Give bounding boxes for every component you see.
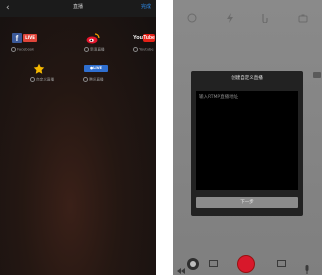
radio-icon[interactable] <box>84 47 89 52</box>
mic-icon[interactable] <box>303 259 311 274</box>
gallery-icon[interactable] <box>209 260 218 267</box>
live-platform-screen: ‹ 直播 完成 f LIVE Facebook 新浪直播 You Tube Yo… <box>0 0 156 275</box>
weibo-icon <box>85 33 115 45</box>
next-button[interactable]: 下一步 <box>196 197 298 208</box>
close-icon[interactable] <box>187 8 197 23</box>
platform-label: 腾讯直播 <box>83 77 104 83</box>
dialog-title: 创建自定义直播 <box>231 76 263 81</box>
bottom-toolbar <box>173 254 322 275</box>
input-placeholder: 输入RTMP直播地址 <box>199 95 239 100</box>
done-button[interactable]: 完成 <box>141 4 151 11</box>
radio-icon[interactable] <box>11 47 16 52</box>
mode-icon[interactable] <box>187 258 199 270</box>
camera-preview-screen: 创建自定义直播 输入RTMP直播地址 下一步 <box>173 0 322 275</box>
platform-label: Youtube <box>133 47 154 53</box>
qq-live-icon: ●LIVE <box>84 63 114 75</box>
platform-item-youtube[interactable]: You Tube Youtube <box>131 33 156 55</box>
record-button[interactable] <box>237 255 255 273</box>
star-icon <box>31 63 61 75</box>
navigation-bar: ‹ 直播 完成 <box>0 0 156 17</box>
platform-item-weibo[interactable]: 新浪直播 <box>81 33 117 55</box>
side-tab[interactable] <box>313 72 321 78</box>
platform-item-custom[interactable]: 自定义直播 <box>27 63 63 85</box>
flash-icon[interactable] <box>225 8 235 23</box>
youtube-icon: You Tube <box>133 34 155 42</box>
radio-icon[interactable] <box>30 77 35 82</box>
beauty-icon[interactable] <box>260 8 270 24</box>
rewind-icon[interactable] <box>177 260 185 274</box>
camera-icon[interactable] <box>277 260 286 267</box>
radio-icon[interactable] <box>83 77 88 82</box>
platform-label: 新浪直播 <box>84 47 105 53</box>
custom-live-dialog: 创建自定义直播 输入RTMP直播地址 下一步 <box>191 71 303 216</box>
platform-item-tencent[interactable]: ●LIVE 腾讯直播 <box>80 63 116 85</box>
rtmp-url-input[interactable]: 输入RTMP直播地址 <box>196 91 298 190</box>
radio-icon[interactable] <box>133 47 138 52</box>
facebook-live-icon: f LIVE <box>12 33 42 45</box>
platform-item-facebook[interactable]: f LIVE Facebook <box>8 33 44 55</box>
page-title: 直播 <box>72 4 83 10</box>
platform-label: Facebook <box>11 47 34 53</box>
switch-camera-icon[interactable] <box>298 8 308 23</box>
platform-label: 自定义直播 <box>30 77 54 83</box>
